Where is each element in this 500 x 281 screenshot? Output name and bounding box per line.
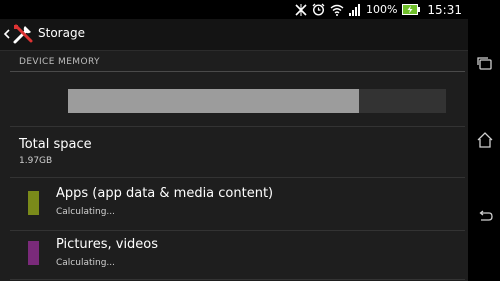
color-swatch xyxy=(28,241,39,265)
list-item-status: Calculating... xyxy=(56,258,115,268)
list-item-label: Pictures, videos xyxy=(56,237,159,252)
storage-usage-bar xyxy=(68,89,446,113)
signal-icon xyxy=(348,3,361,16)
storage-screen: Storage DEVICE MEMORY Total space 1.97GB… xyxy=(0,19,468,281)
back-icon[interactable] xyxy=(476,207,494,225)
total-space-label: Total space xyxy=(19,137,92,152)
clock: 15:31 xyxy=(427,2,462,17)
back-chevron-icon[interactable] xyxy=(2,24,12,44)
status-bar: 100% 15:31 xyxy=(0,0,468,19)
list-item-label: Apps (app data & media content) xyxy=(56,186,274,201)
divider xyxy=(10,279,465,280)
nfc-icon xyxy=(295,3,307,16)
recent-apps-icon[interactable] xyxy=(476,55,494,73)
divider xyxy=(10,230,465,231)
battery-percent: 100% xyxy=(365,3,398,16)
action-bar: Storage xyxy=(0,19,468,51)
storage-usage-fill xyxy=(68,89,360,113)
navigation-bar xyxy=(468,0,500,281)
tools-icon[interactable] xyxy=(12,23,34,45)
list-item-status: Calculating... xyxy=(56,207,115,217)
battery-charging-icon xyxy=(402,4,421,15)
alarm-icon xyxy=(312,3,325,16)
page-title: Storage xyxy=(38,26,85,40)
wifi-icon xyxy=(330,4,344,16)
color-swatch xyxy=(28,191,39,215)
status-icons: 100% 15:31 xyxy=(295,1,462,18)
section-header: DEVICE MEMORY xyxy=(19,57,100,67)
divider xyxy=(10,177,465,178)
section-divider xyxy=(10,71,465,72)
total-space-value: 1.97GB xyxy=(19,156,53,166)
home-icon[interactable] xyxy=(476,131,494,149)
divider xyxy=(10,126,465,127)
